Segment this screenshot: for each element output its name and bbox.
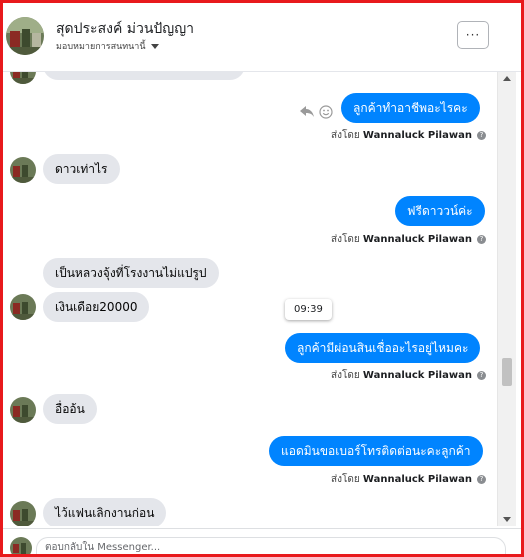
sent-by-prefix: ส่งโดย <box>331 474 360 485</box>
sent-by-label: ส่งโดย Wannaluck Pilawan? <box>331 472 486 487</box>
sender-avatar <box>10 72 36 84</box>
message-bubble-incoming[interactable]: เงินเดือย20000 <box>43 292 150 322</box>
reply-input[interactable] <box>36 537 506 554</box>
assign-conversation-link[interactable]: มอบหมายการสนทนานี้ <box>56 39 159 53</box>
message-bubble-incoming[interactable]: ดาวเท่าไร <box>43 154 120 184</box>
message-bubble-incoming[interactable]: เป็นหลวงจุ้งที่โรงงานไม่แปรูป <box>43 258 219 288</box>
message-bubble-incoming[interactable]: อื่ออ้น <box>43 394 97 424</box>
sender-name[interactable]: Wannaluck Pilawan <box>363 370 472 381</box>
sent-by-label: ส่งโดย Wannaluck Pilawan? <box>331 368 486 383</box>
more-options-icon: ··· <box>465 28 481 42</box>
scrollbar-thumb[interactable] <box>502 358 512 386</box>
page-title[interactable]: สุดประสงค์ ม่วนปัญญา <box>56 18 194 40</box>
scroll-up-arrow-icon[interactable] <box>503 76 511 81</box>
sender-name[interactable]: Wannaluck Pilawan <box>363 234 472 245</box>
thread-scrollbar[interactable] <box>497 72 516 526</box>
sent-by-prefix: ส่งโดย <box>331 130 360 141</box>
message-thread[interactable]: ลูกค้าทำอาชีพอะไรคะ ส่งโดย Wannaluck Pil… <box>3 72 521 526</box>
sent-by-label: ส่งโดย Wannaluck Pilawan? <box>331 232 486 247</box>
sender-avatar <box>10 501 36 526</box>
message-bubble-outgoing[interactable]: ฟรีดาววน์ค่ะ <box>395 196 485 226</box>
time-tooltip: 09:39 <box>285 299 332 320</box>
sender-avatar <box>10 157 36 183</box>
conversation-window: สุดประสงค์ ม่วนปัญญา มอบหมายการสนทนานี้ … <box>0 0 524 557</box>
more-options-button[interactable]: ··· <box>457 21 489 49</box>
sender-name[interactable]: Wannaluck Pilawan <box>363 130 472 141</box>
sender-name[interactable]: Wannaluck Pilawan <box>363 474 472 485</box>
message-bubble-outgoing[interactable]: ลูกค้าทำอาชีพอะไรคะ <box>341 93 480 123</box>
message-bubble-outgoing[interactable]: ลูกค้ามีผ่อนสินเชื่ออะไรอยู่ไหมคะ <box>285 333 481 363</box>
sent-by-label: ส่งโดย Wannaluck Pilawan? <box>331 128 486 143</box>
message-bubble-incoming[interactable] <box>43 72 245 80</box>
message-bubble-outgoing[interactable]: แอดมินขอเบอร์โทรติดต่อนะคะลูกค้า <box>269 436 483 466</box>
help-icon[interactable]: ? <box>476 130 486 140</box>
smiley-icon[interactable] <box>319 104 333 119</box>
reply-icon[interactable] <box>299 103 315 119</box>
sender-avatar <box>10 397 36 423</box>
assign-conversation-label: มอบหมายการสนทนานี้ <box>56 42 146 52</box>
reply-composer <box>3 528 521 554</box>
page-avatar <box>10 537 32 554</box>
scroll-down-arrow-icon[interactable] <box>503 517 511 522</box>
help-icon[interactable]: ? <box>476 234 486 244</box>
help-icon[interactable]: ? <box>476 474 486 484</box>
sent-by-prefix: ส่งโดย <box>331 234 360 245</box>
profile-avatar[interactable] <box>6 17 44 55</box>
sent-by-prefix: ส่งโดย <box>331 370 360 381</box>
chevron-down-icon <box>150 44 159 49</box>
conversation-header: สุดประสงค์ ม่วนปัญญา มอบหมายการสนทนานี้ … <box>3 3 521 72</box>
help-icon[interactable]: ? <box>476 370 486 380</box>
sender-avatar <box>10 294 36 320</box>
message-bubble-incoming[interactable]: ไว้แฟนเลิกงานก่อน <box>43 498 167 526</box>
